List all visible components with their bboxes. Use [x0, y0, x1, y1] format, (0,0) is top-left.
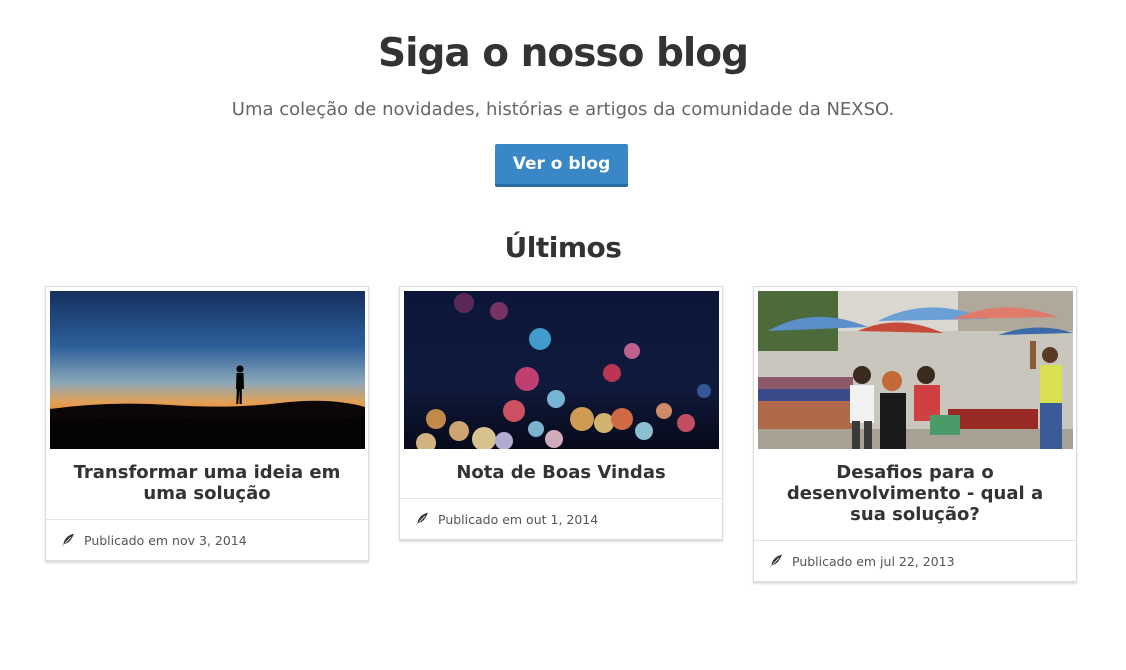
- post-title[interactable]: Transformar uma ideia em uma solução: [50, 449, 364, 519]
- page-subtitle: Uma coleção de novidades, histórias e ar…: [231, 99, 895, 120]
- blog-post-card[interactable]: Transformar uma ideia em uma solução Pub…: [45, 286, 369, 561]
- post-thumbnail-bokeh[interactable]: [404, 291, 719, 449]
- post-thumbnail-market[interactable]: [758, 291, 1073, 449]
- post-meta: Publicado em out 1, 2014: [400, 498, 722, 539]
- blog-post-card[interactable]: Nota de Boas Vindas Publicado em out 1, …: [399, 286, 723, 540]
- post-published-date: Publicado em jul 22, 2013: [792, 553, 955, 569]
- feather-icon: [768, 553, 784, 569]
- feather-icon: [60, 532, 76, 548]
- post-title[interactable]: Desafios para o desenvolvimento - qual a…: [758, 449, 1072, 540]
- post-thumbnail-sunset[interactable]: [50, 291, 365, 449]
- latest-heading: Últimos: [504, 231, 622, 264]
- post-meta: Publicado em nov 3, 2014: [46, 519, 368, 560]
- feather-icon: [414, 511, 430, 527]
- post-published-date: Publicado em out 1, 2014: [438, 511, 599, 527]
- post-meta: Publicado em jul 22, 2013: [754, 540, 1076, 581]
- page-title: Siga o nosso blog: [378, 31, 749, 76]
- post-published-date: Publicado em nov 3, 2014: [84, 532, 247, 548]
- post-title[interactable]: Nota de Boas Vindas: [404, 449, 718, 498]
- view-blog-button[interactable]: Ver o blog: [495, 144, 628, 187]
- blog-post-card[interactable]: Desafios para o desenvolvimento - qual a…: [753, 286, 1077, 582]
